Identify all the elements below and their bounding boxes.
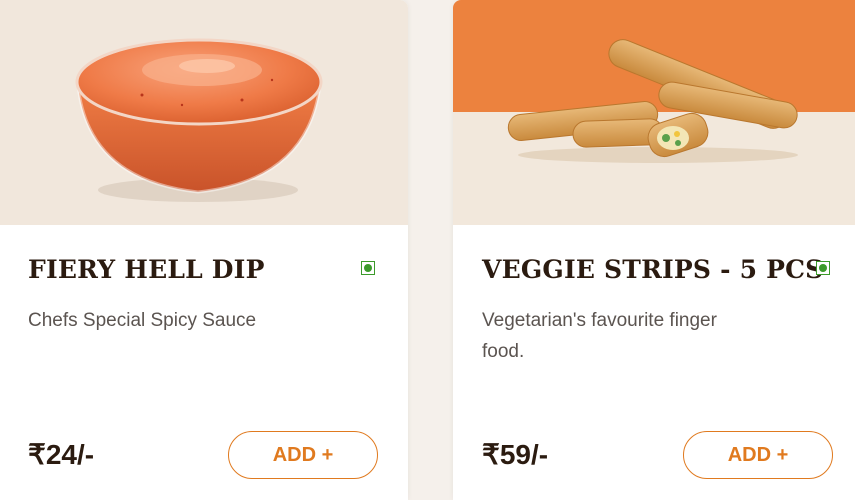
- product-price: ₹24/-: [28, 439, 95, 470]
- product-title: FIERY HELL DIP: [28, 255, 265, 284]
- veggie-strips-image: [507, 39, 798, 163]
- product-card[interactable]: FIERY HELL DIP Chefs Special Spicy Sauce…: [0, 0, 408, 500]
- veg-indicator-icon: [816, 261, 830, 275]
- veg-indicator-icon: [361, 261, 375, 275]
- product-image-area[interactable]: [453, 0, 855, 225]
- product-image-area[interactable]: [0, 0, 408, 225]
- add-to-cart-button[interactable]: ADD +: [683, 431, 833, 479]
- product-card[interactable]: VEGGIE STRIPS - 5 PCS Vegetarian's favou…: [453, 0, 855, 500]
- product-title: VEGGIE STRIPS - 5 PCS: [482, 255, 824, 284]
- dip-bowl-image: [75, 38, 323, 202]
- product-description-line: Vegetarian's favourite finger: [482, 310, 717, 331]
- add-to-cart-button[interactable]: ADD +: [228, 431, 378, 479]
- product-price: ₹59/-: [482, 439, 549, 470]
- product-description-line: food.: [482, 341, 525, 362]
- product-description: Chefs Special Spicy Sauce: [28, 310, 257, 331]
- product-description: Vegetarian's favourite finger food.: [482, 305, 717, 367]
